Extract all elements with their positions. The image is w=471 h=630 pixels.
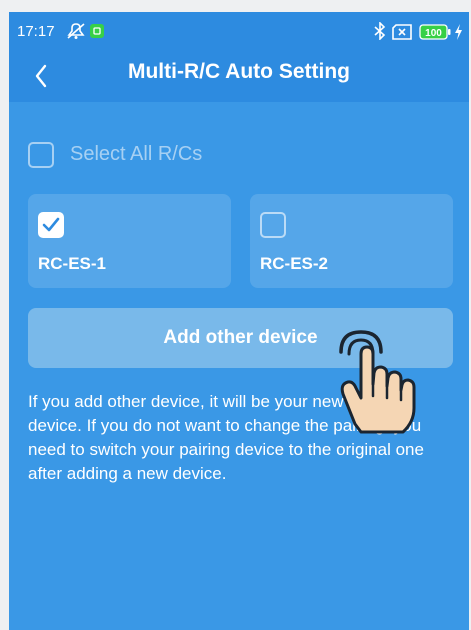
- app-screen: 17:17 100 Multi-R/C Auto Setting Select …: [9, 12, 469, 630]
- device-checkbox-checked[interactable]: [38, 212, 64, 238]
- sim-off-icon: [392, 24, 412, 45]
- page-title: Multi-R/C Auto Setting: [127, 60, 350, 83]
- device-card-rc-es-1[interactable]: RC-ES-1: [28, 194, 231, 288]
- charging-icon: [454, 24, 463, 45]
- select-all-checkbox[interactable]: [28, 142, 54, 168]
- status-bar: 17:17 100: [9, 12, 469, 52]
- header-bar: Multi-R/C Auto Setting: [9, 52, 469, 102]
- bluetooth-icon: [374, 21, 386, 45]
- device-card-rc-es-2[interactable]: RC-ES-2: [250, 194, 453, 288]
- battery-icon: 100: [419, 24, 451, 45]
- device-checkbox-unchecked[interactable]: [260, 212, 286, 238]
- checkmark-icon: [42, 217, 60, 232]
- tap-hand-icon: [331, 326, 431, 438]
- select-all-label: Select All R/Cs: [70, 143, 203, 165]
- device-name: RC-ES-1: [38, 254, 107, 273]
- mute-icon: [66, 22, 86, 45]
- status-time: 17:17: [17, 23, 55, 40]
- device-name: RC-ES-2: [260, 254, 329, 273]
- app-notification-icon: [90, 24, 104, 43]
- battery-level: 100: [425, 28, 442, 39]
